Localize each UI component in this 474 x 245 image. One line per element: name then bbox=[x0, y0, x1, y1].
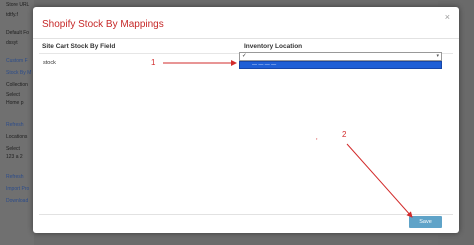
header-divider bbox=[33, 38, 459, 39]
bg-collection-label: Collection bbox=[6, 82, 28, 88]
annotation-marker-1: 1 bbox=[151, 58, 156, 67]
modal-title: Shopify Stock By Mappings bbox=[42, 19, 164, 30]
row-field-stock: stock bbox=[43, 60, 56, 66]
bg-default-label: Default Fo bbox=[6, 30, 30, 36]
bg-collection-value: Home p bbox=[6, 100, 24, 106]
dropdown-option-highlighted[interactable]: — — — — bbox=[239, 61, 442, 69]
select-current-value: ✓ bbox=[242, 53, 247, 59]
annotation-marker-2: 2 bbox=[342, 130, 347, 139]
stock-mappings-modal: Shopify Stock By Mappings × Site Cart St… bbox=[33, 7, 459, 233]
inventory-location-select[interactable]: ✓ ▾ bbox=[239, 52, 442, 61]
chevron-down-icon: ▾ bbox=[436, 53, 439, 59]
column-header-field: Site Cart Stock By Field bbox=[42, 43, 116, 50]
bg-default-value: dssyt bbox=[6, 40, 18, 46]
bg-download-link[interactable]: Download bbox=[6, 198, 28, 204]
bg-import-products-link[interactable]: Import Pro bbox=[6, 186, 29, 192]
close-icon[interactable]: × bbox=[445, 12, 450, 22]
bg-locations-label: Locations bbox=[6, 134, 28, 140]
save-button[interactable]: Save bbox=[409, 216, 442, 228]
bg-custom-link[interactable]: Custom F bbox=[6, 58, 28, 64]
column-header-location: Inventory Location bbox=[244, 43, 303, 50]
bg-refresh-link-2[interactable]: Refresh bbox=[6, 174, 24, 180]
bg-stock-by-mappings-link[interactable]: Stock By M bbox=[6, 70, 31, 76]
footer-divider bbox=[39, 214, 453, 215]
bg-collection-select[interactable]: Select bbox=[6, 92, 20, 98]
bg-locations-value: 123 a 2 bbox=[6, 154, 23, 160]
bg-store-url-label: Store URL bbox=[6, 2, 30, 8]
bg-refresh-link-1[interactable]: Refresh bbox=[6, 122, 24, 128]
annotation-stray-mark: ‚ bbox=[316, 134, 318, 141]
bg-store-url-value: tdtfy.f bbox=[6, 12, 18, 18]
bg-locations-select[interactable]: Select bbox=[6, 146, 20, 152]
